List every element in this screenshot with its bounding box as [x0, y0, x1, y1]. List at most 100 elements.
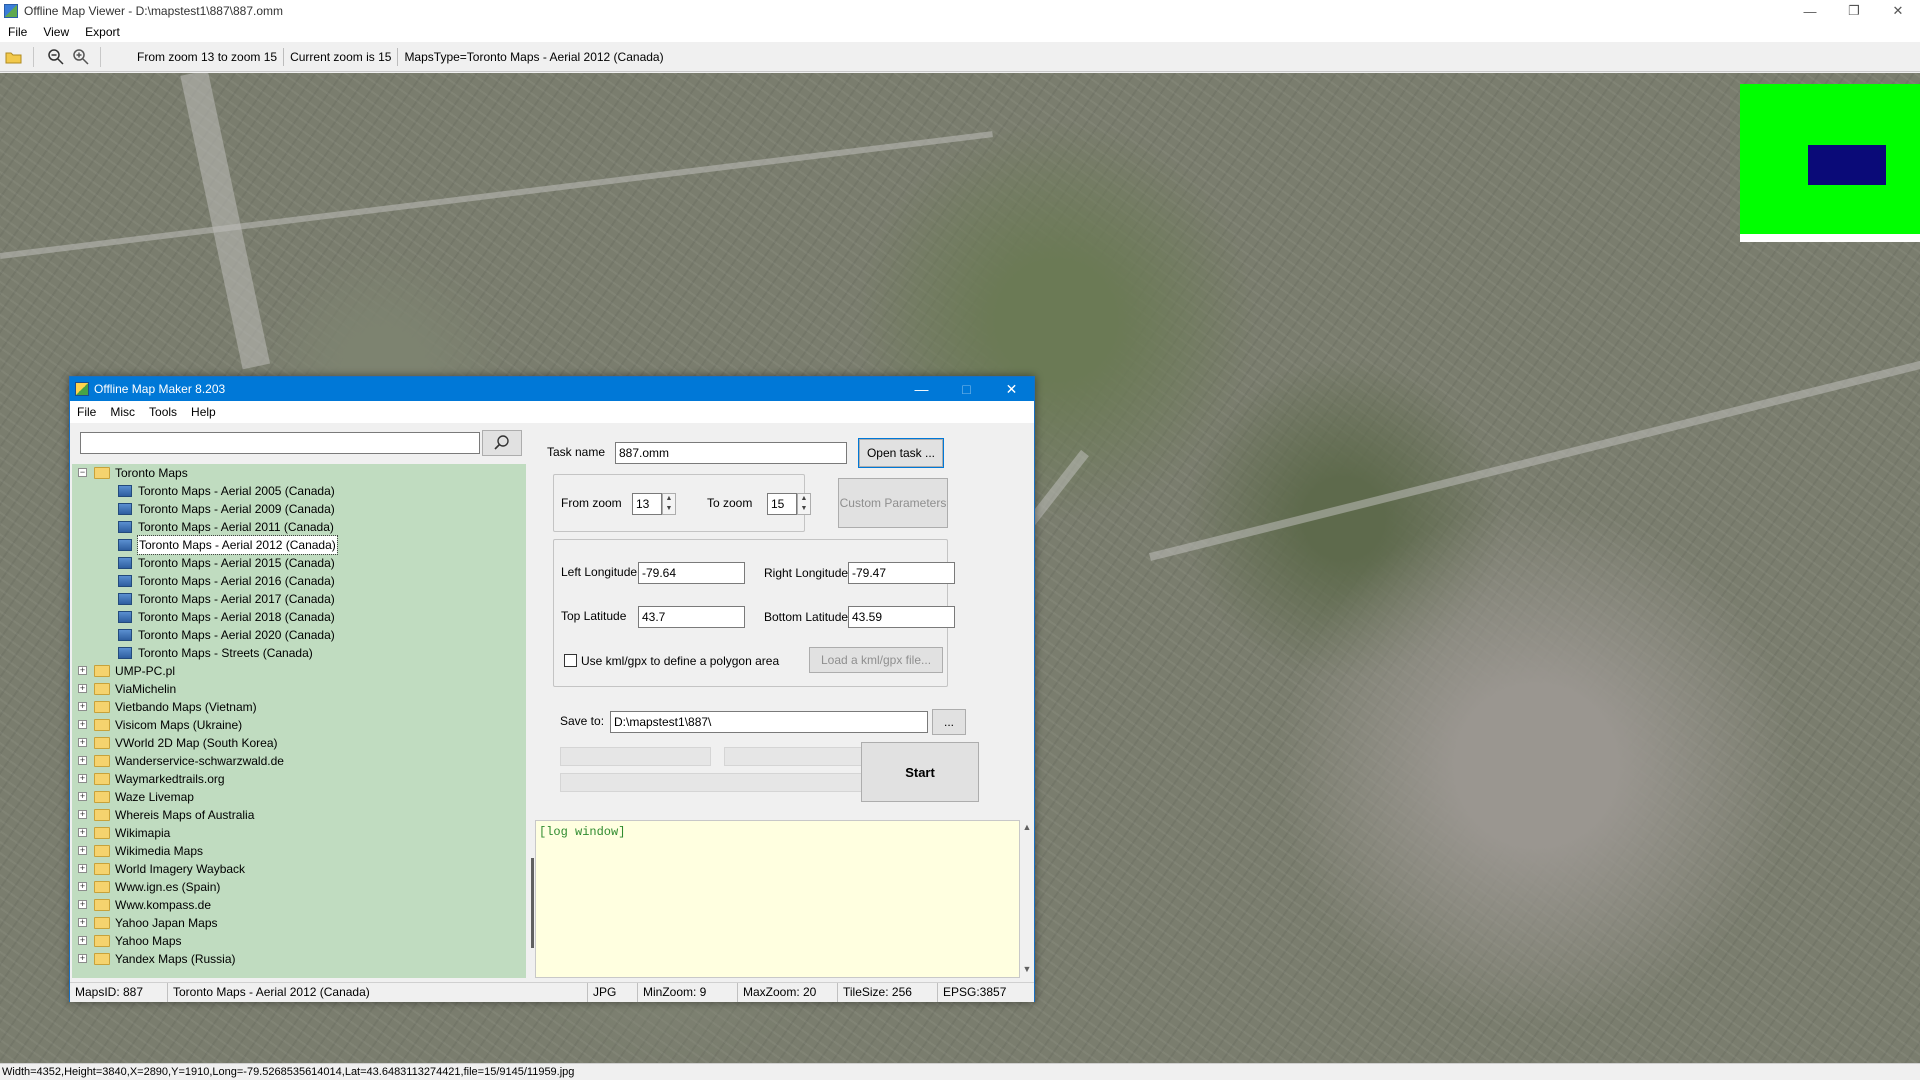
tree-item-map[interactable]: Toronto Maps - Aerial 2011 (Canada)	[72, 518, 526, 536]
zoom-range-text: From zoom 13 to zoom 15	[131, 47, 285, 66]
tree-item-map[interactable]: Toronto Maps - Aerial 2012 (Canada)	[72, 535, 526, 555]
minimap[interactable]	[1740, 84, 1920, 242]
load-kml-button[interactable]: Load a kml/gpx file...	[809, 647, 943, 673]
tree-scrollbar-thumb[interactable]	[531, 858, 534, 948]
minimize-button[interactable]: —	[1788, 0, 1832, 22]
tree-folder[interactable]: + Wanderservice-schwarzwald.de	[72, 752, 526, 770]
tree-folder[interactable]: + Vietbando Maps (Vietnam)	[72, 698, 526, 716]
expand-icon[interactable]: +	[78, 774, 87, 783]
dialog-minimize-button[interactable]: —	[899, 377, 944, 401]
expand-icon[interactable]: +	[78, 720, 87, 729]
folder-icon	[94, 701, 110, 713]
tree-folder[interactable]: + Yandex Maps (Russia)	[72, 950, 526, 968]
dialog-maximize-button[interactable]: □	[944, 377, 989, 401]
tree-item-map[interactable]: Toronto Maps - Aerial 2020 (Canada)	[72, 626, 526, 644]
close-button[interactable]: ✕	[1876, 0, 1920, 22]
start-button[interactable]: Start	[861, 742, 979, 802]
to-zoom-field[interactable]: 15	[767, 493, 797, 515]
use-kml-checkbox[interactable]	[564, 654, 577, 667]
tree-folder[interactable]: + Whereis Maps of Australia	[72, 806, 526, 824]
left-longitude-field[interactable]: -79.64	[638, 562, 745, 584]
tree-folder[interactable]: + Yahoo Maps	[72, 932, 526, 950]
tree-folder[interactable]: + World Imagery Wayback	[72, 860, 526, 878]
expand-icon[interactable]: +	[78, 846, 87, 855]
tree-item-map[interactable]: Toronto Maps - Aerial 2017 (Canada)	[72, 590, 526, 608]
dialog-menu-misc[interactable]: Misc	[103, 405, 142, 419]
tree-folder[interactable]: + VWorld 2D Map (South Korea)	[72, 734, 526, 752]
tree-folder[interactable]: + Waymarkedtrails.org	[72, 770, 526, 788]
tree-folder[interactable]: + Waze Livemap	[72, 788, 526, 806]
tree-item-map[interactable]: Toronto Maps - Aerial 2016 (Canada)	[72, 572, 526, 590]
dialog-menu-tools[interactable]: Tools	[142, 405, 184, 419]
maximize-button[interactable]: ❐	[1832, 0, 1876, 22]
tree-item-label: UMP-PC.pl	[115, 664, 176, 678]
tree-item-map[interactable]: Toronto Maps - Aerial 2018 (Canada)	[72, 608, 526, 626]
minimap-viewport[interactable]	[1808, 145, 1886, 185]
expand-icon[interactable]: +	[78, 954, 87, 963]
expand-icon[interactable]: +	[78, 738, 87, 747]
viewer-titlebar: Offline Map Viewer - D:\mapstest1\887\88…	[0, 0, 1920, 22]
expand-icon[interactable]: +	[78, 684, 87, 693]
tree-item-map[interactable]: Toronto Maps - Aerial 2005 (Canada)	[72, 482, 526, 500]
map-icon	[118, 647, 132, 659]
expand-icon[interactable]: +	[78, 882, 87, 891]
expand-icon[interactable]: +	[78, 756, 87, 765]
expand-icon[interactable]: +	[78, 918, 87, 927]
bottom-latitude-label: Bottom Latitude	[764, 610, 849, 624]
tree-item-map[interactable]: Toronto Maps - Aerial 2009 (Canada)	[72, 500, 526, 518]
tree-item-label: Yandex Maps (Russia)	[115, 952, 236, 966]
expand-icon[interactable]: +	[78, 666, 87, 675]
toolbar-separator	[33, 46, 34, 67]
tree-folder[interactable]: + Www.ign.es (Spain)	[72, 878, 526, 896]
search-button[interactable]	[482, 430, 522, 456]
tree-folder[interactable]: + Www.kompass.de	[72, 896, 526, 914]
expand-icon[interactable]: +	[78, 702, 87, 711]
tree-folder[interactable]: + Yahoo Japan Maps	[72, 914, 526, 932]
from-zoom-field[interactable]: 13	[632, 493, 662, 515]
expand-icon[interactable]: +	[78, 828, 87, 837]
expand-icon[interactable]: +	[78, 792, 87, 801]
collapse-icon[interactable]: −	[78, 468, 87, 477]
dialog-menu-file[interactable]: File	[70, 405, 103, 419]
tree-item-map[interactable]: Toronto Maps - Streets (Canada)	[72, 644, 526, 662]
maps-search-input[interactable]	[80, 432, 480, 454]
tree-folder[interactable]: + Wikimedia Maps	[72, 842, 526, 860]
tree-folder[interactable]: + ViaMichelin	[72, 680, 526, 698]
log-scrollbar[interactable]: ▲ ▼	[1020, 820, 1034, 978]
tree-folder[interactable]: + Wikimapia	[72, 824, 526, 842]
expand-icon[interactable]: +	[78, 864, 87, 873]
tree-item-map[interactable]: Toronto Maps - Aerial 2015 (Canada)	[72, 554, 526, 572]
bottom-latitude-field[interactable]: 43.59	[848, 606, 955, 628]
dialog-close-button[interactable]: ✕	[989, 377, 1034, 401]
viewer-menubar: File View Export	[0, 22, 1920, 42]
open-folder-icon[interactable]	[3, 46, 25, 68]
top-latitude-field[interactable]: 43.7	[638, 606, 745, 628]
tree-folder[interactable]: + Visicom Maps (Ukraine)	[72, 716, 526, 734]
task-name-field[interactable]: 887.omm	[615, 442, 847, 464]
expand-icon[interactable]: +	[78, 936, 87, 945]
maps-tree[interactable]: − Toronto Maps Toronto Maps - Aerial 2005 …	[72, 464, 526, 978]
tree-folder[interactable]: + UMP-PC.pl	[72, 662, 526, 680]
zoom-out-icon[interactable]	[45, 46, 67, 68]
custom-parameters-button[interactable]: Custom Parameters	[838, 478, 948, 528]
right-longitude-field[interactable]: -79.47	[848, 562, 955, 584]
folder-icon	[94, 953, 110, 965]
log-window[interactable]: [log window]	[535, 820, 1020, 978]
menu-file[interactable]: File	[0, 25, 35, 39]
from-zoom-stepper[interactable]: ▲ ▼	[662, 493, 676, 515]
browse-button[interactable]: ...	[932, 709, 966, 735]
expand-icon[interactable]: +	[78, 810, 87, 819]
dialog-statusbar: MapsID: 887 Toronto Maps - Aerial 2012 (…	[70, 982, 1034, 1002]
zoom-in-icon[interactable]	[70, 46, 92, 68]
progress-bar	[724, 747, 875, 766]
save-to-field[interactable]: D:\mapstest1\887\	[610, 711, 928, 733]
to-zoom-stepper[interactable]: ▲ ▼	[797, 493, 811, 515]
tree-folder-toronto-maps[interactable]: − Toronto Maps	[72, 464, 526, 482]
expand-icon[interactable]: +	[78, 900, 87, 909]
open-task-button[interactable]: Open task ...	[858, 438, 944, 468]
menu-export[interactable]: Export	[77, 25, 128, 39]
tree-item-label: Www.ign.es (Spain)	[115, 880, 221, 894]
menu-view[interactable]: View	[35, 25, 77, 39]
dialog-menu-help[interactable]: Help	[184, 405, 223, 419]
progress-bar	[560, 773, 875, 792]
